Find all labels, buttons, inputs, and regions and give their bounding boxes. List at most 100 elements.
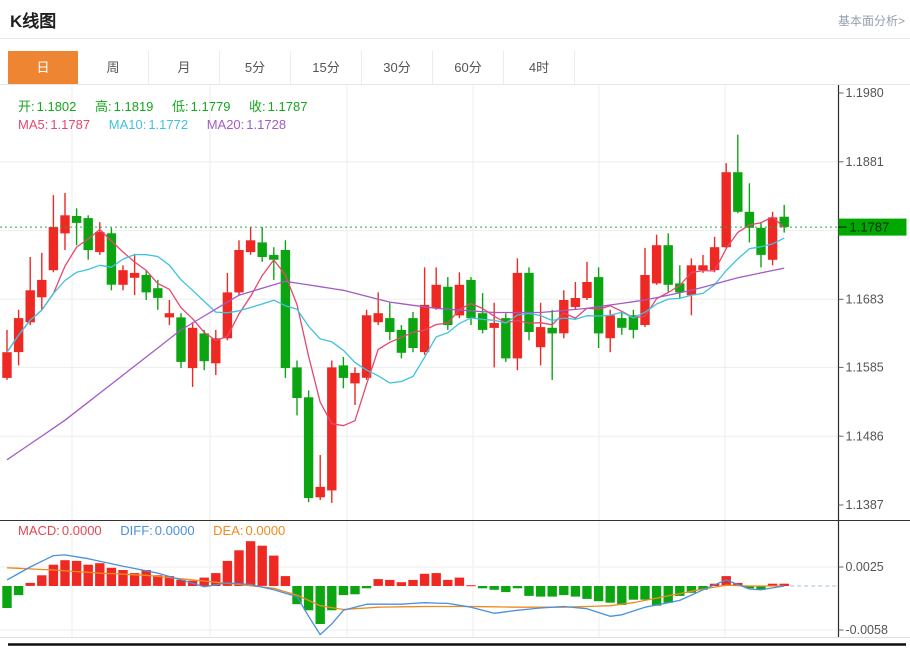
macd-bar — [664, 586, 673, 603]
macd-bar — [223, 561, 232, 586]
macd-bar — [420, 574, 429, 586]
macd-bar — [269, 556, 278, 586]
ma10-label: MA10: — [109, 117, 147, 132]
tab-60min[interactable]: 60分 — [433, 51, 504, 84]
ohlc-high: 高:1.1819 — [95, 99, 153, 114]
ma5-label: MA5: — [18, 117, 48, 132]
candle-body — [37, 280, 46, 297]
candle-body — [316, 487, 325, 497]
tab-15min[interactable]: 15分 — [291, 51, 362, 84]
macd-bar — [443, 580, 452, 586]
current-price-label: 1.1787 — [839, 219, 907, 236]
macd-bar — [571, 586, 580, 597]
y-tick-label: 1.1585 — [846, 361, 884, 375]
macd-bar — [281, 576, 290, 586]
macd-bar — [26, 583, 35, 586]
macd-histogram — [2, 541, 789, 624]
candle-body — [339, 365, 348, 378]
dea-value: 0.0000 — [246, 523, 286, 538]
candle-body — [188, 328, 197, 368]
macd-value: 0.0000 — [62, 523, 102, 538]
y-tick-label: 1.1387 — [846, 498, 884, 512]
y-axis-ticks: 1.19801.18811.16831.15851.14861.13870.00… — [839, 86, 888, 637]
candle-body — [327, 367, 336, 490]
macd-info-row: MACD:0.0000 DIFF:0.0000 DEA:0.0000 — [18, 523, 300, 538]
candles-group — [2, 135, 789, 503]
macd-bar — [490, 586, 499, 590]
macd-bar — [350, 586, 359, 594]
macd-bar — [432, 573, 441, 586]
candle-body — [176, 317, 185, 362]
tab-day[interactable]: 日 — [8, 51, 78, 84]
candle-body — [234, 250, 243, 292]
tab-week[interactable]: 周 — [78, 51, 149, 84]
y-tick-label: 1.1980 — [846, 86, 884, 100]
candle-body — [652, 245, 661, 283]
ma20-value: 1.1728 — [246, 117, 286, 132]
candle-body — [292, 367, 301, 398]
candle-body — [385, 318, 394, 332]
tab-month[interactable]: 月 — [149, 51, 220, 84]
candle-body — [582, 282, 591, 298]
macd-bar — [455, 578, 464, 586]
tab-4hour[interactable]: 4时 — [504, 51, 575, 84]
candle-body — [223, 292, 232, 338]
macd-bar — [524, 586, 533, 596]
candle-body — [397, 330, 406, 353]
macd-bar — [2, 586, 11, 608]
candle-body — [2, 352, 11, 378]
diff-label: DIFF: — [120, 523, 153, 538]
candle-body — [84, 218, 93, 250]
candle-body — [664, 245, 673, 285]
candle-body — [200, 333, 209, 361]
candle-body — [374, 313, 383, 322]
macd-bar — [374, 579, 383, 586]
candle-body — [72, 216, 81, 223]
ohlc-close-label: 收: — [249, 99, 266, 114]
candle-body — [142, 275, 151, 292]
macd-bar — [107, 568, 116, 586]
candle-body — [432, 285, 441, 309]
tab-5min[interactable]: 5分 — [220, 51, 291, 84]
fundamental-analysis-link[interactable]: 基本面分析> — [838, 12, 905, 29]
candle-body — [153, 288, 162, 298]
candle-body — [490, 323, 499, 328]
y-tick-label: 1.1683 — [846, 293, 884, 307]
ohlc-high-value: 1.1819 — [114, 99, 154, 114]
ohlc-close-value: 1.1787 — [268, 99, 308, 114]
macd-bar — [49, 565, 58, 586]
diff-info: DIFF:0.0000 — [120, 523, 194, 538]
candle-body — [118, 270, 127, 285]
candle-body — [606, 315, 615, 338]
candle-body — [594, 277, 603, 333]
macd-bar — [559, 586, 568, 595]
ma10-value: 1.1772 — [148, 117, 188, 132]
ma10-info: MA10:1.1772 — [109, 117, 188, 132]
macd-bar — [640, 586, 649, 600]
macd-bar — [478, 586, 487, 588]
macd-bar — [397, 582, 406, 586]
macd-info: MACD:0.0000 — [18, 523, 102, 538]
ohlc-high-label: 高: — [95, 99, 112, 114]
y-tick-label: 1.1486 — [846, 429, 884, 443]
candle-body — [698, 265, 707, 270]
macd-bar — [304, 586, 313, 610]
kline-page: { "header": { "title": "K线图", "link_labe… — [0, 0, 910, 649]
candle-body — [756, 228, 765, 255]
ohlc-open: 开:1.1802 — [18, 99, 76, 114]
tab-30min[interactable]: 30分 — [362, 51, 433, 84]
macd-bar — [408, 580, 417, 586]
macd-bar — [72, 561, 81, 586]
macd-bar — [95, 563, 104, 586]
ohlc-low: 低:1.1779 — [172, 99, 230, 114]
candle-body — [211, 338, 220, 363]
macd-bar — [14, 586, 23, 595]
macd-bar — [362, 586, 371, 588]
macd-bar — [513, 586, 522, 588]
macd-bar — [118, 570, 127, 586]
macd-bar — [594, 586, 603, 601]
candle-body — [350, 373, 359, 383]
tabbar-bottom-border — [0, 84, 910, 85]
candle-body — [304, 397, 313, 498]
macd-bar — [629, 586, 638, 600]
